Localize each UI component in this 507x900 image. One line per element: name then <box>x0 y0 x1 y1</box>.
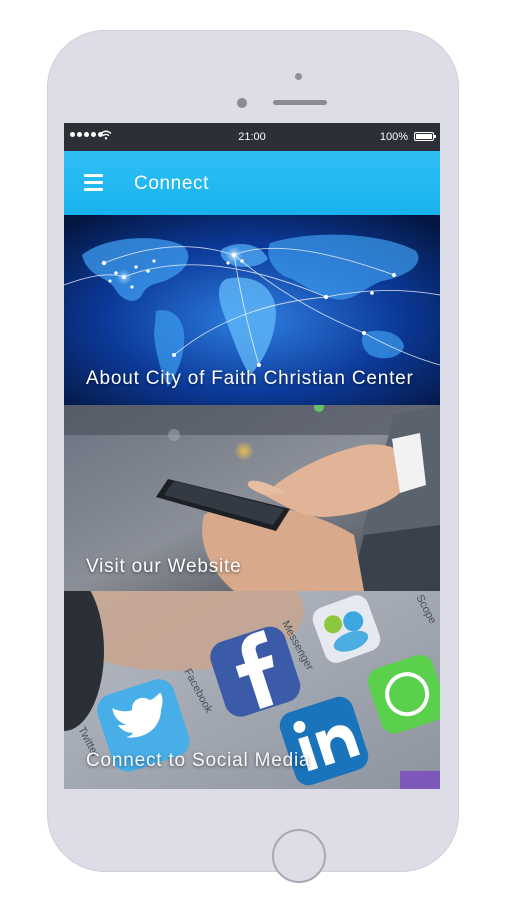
hamburger-menu-icon[interactable] <box>84 174 106 192</box>
earpiece-speaker <box>273 100 327 105</box>
front-camera <box>295 73 302 80</box>
social-media-tile-label: Connect to Social Media <box>86 750 311 771</box>
website-tile[interactable]: Visit our Website <box>64 405 440 591</box>
page-title: Connect <box>134 173 209 194</box>
status-bar: 21:00 100% <box>64 123 440 151</box>
battery-percentage: 100% <box>379 131 408 143</box>
app-screen: 21:00 100% Connect About City of Faith C… <box>64 123 440 789</box>
social-media-tile[interactable]: Messenger Facebook Twitter Scope Connect… <box>64 591 440 789</box>
battery-icon <box>414 132 436 141</box>
about-tile[interactable]: About City of Faith Christian Center <box>64 215 440 405</box>
proximity-sensor <box>237 98 247 108</box>
about-tile-label: About City of Faith Christian Center <box>86 368 414 389</box>
home-button[interactable] <box>272 829 326 883</box>
app-bar: Connect <box>64 151 440 215</box>
website-tile-label: Visit our Website <box>86 556 242 577</box>
